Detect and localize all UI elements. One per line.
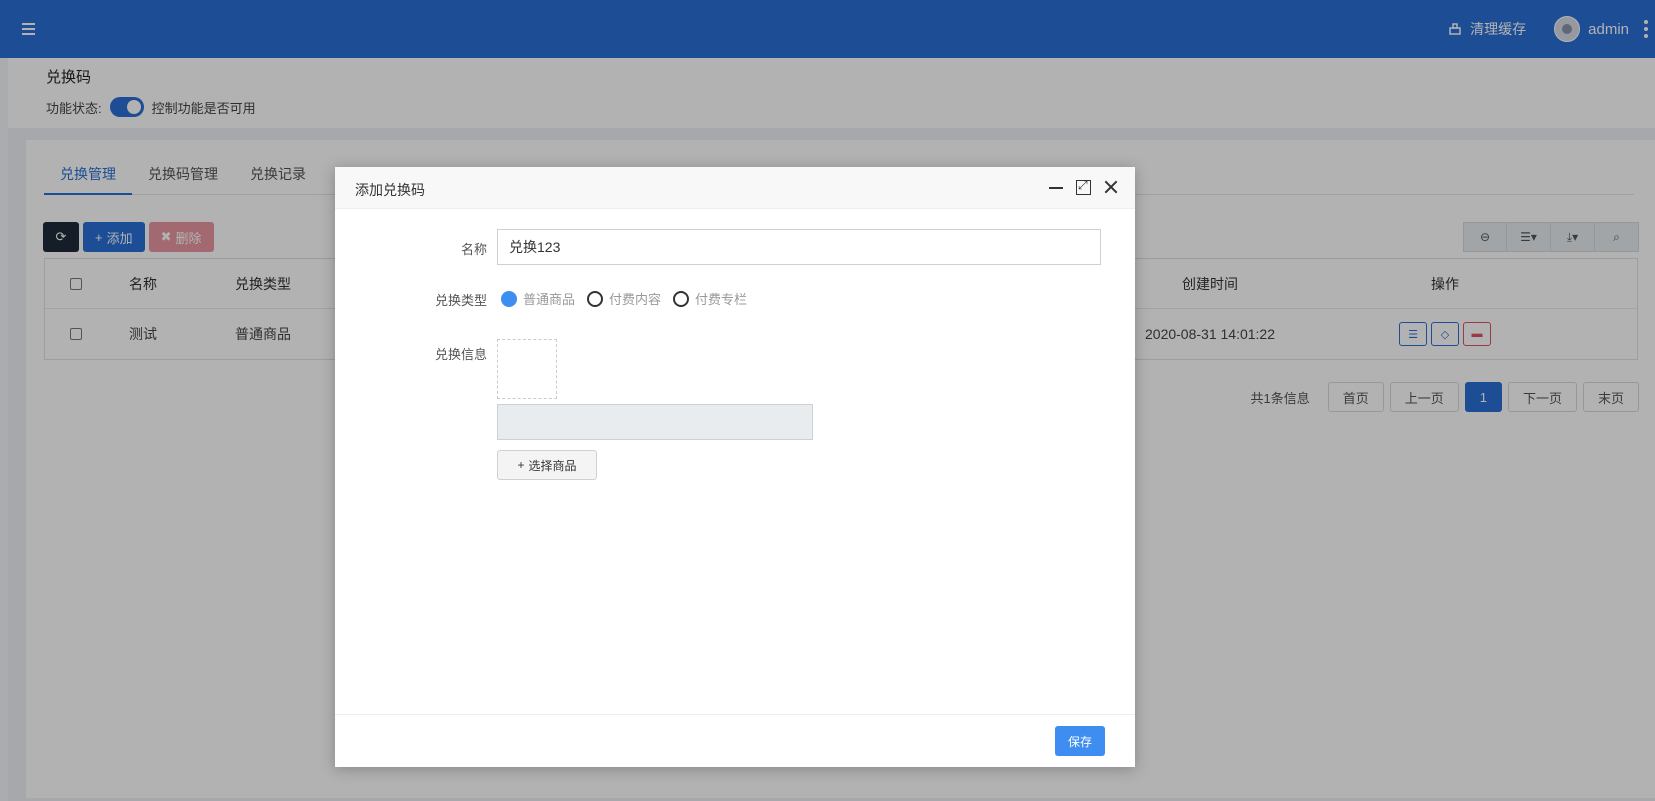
image-preview bbox=[497, 339, 557, 399]
radio-paid-column-label: 付费专栏 bbox=[695, 292, 748, 307]
name-label: 名称 bbox=[460, 242, 487, 257]
radio-normal-product[interactable] bbox=[501, 290, 517, 307]
dialog-footer: 保存 bbox=[335, 714, 1135, 767]
type-label: 兑换类型 bbox=[434, 293, 487, 308]
dialog-header: 添加兑换码 bbox=[335, 167, 1135, 209]
radio-normal-product-label: 普通商品 bbox=[523, 292, 576, 307]
type-radio-group: 普通商品 付费内容 付费专栏 bbox=[501, 289, 753, 308]
name-input[interactable]: 兑换123 bbox=[497, 229, 1101, 265]
choose-product-label: 选择商品 bbox=[528, 458, 577, 473]
radio-paid-content[interactable] bbox=[587, 290, 604, 307]
radio-paid-content-label: 付费内容 bbox=[609, 292, 662, 307]
dialog-title: 添加兑换码 bbox=[355, 182, 425, 198]
maximize-icon[interactable] bbox=[1076, 178, 1091, 195]
info-label: 兑换信息 bbox=[434, 347, 487, 362]
choose-product-button[interactable]: + 选择商品 bbox=[497, 450, 597, 480]
save-button[interactable]: 保存 bbox=[1055, 726, 1105, 756]
exchange-info-input bbox=[497, 404, 813, 440]
plus-icon: + bbox=[517, 458, 525, 472]
close-icon[interactable] bbox=[1103, 179, 1119, 195]
add-code-dialog: 添加兑换码 名称 兑换123 兑换类型 普通商品 付费内容 付费专栏 兑换信息 bbox=[335, 167, 1135, 767]
radio-paid-column[interactable] bbox=[673, 290, 690, 307]
minimize-icon[interactable] bbox=[1048, 179, 1064, 195]
